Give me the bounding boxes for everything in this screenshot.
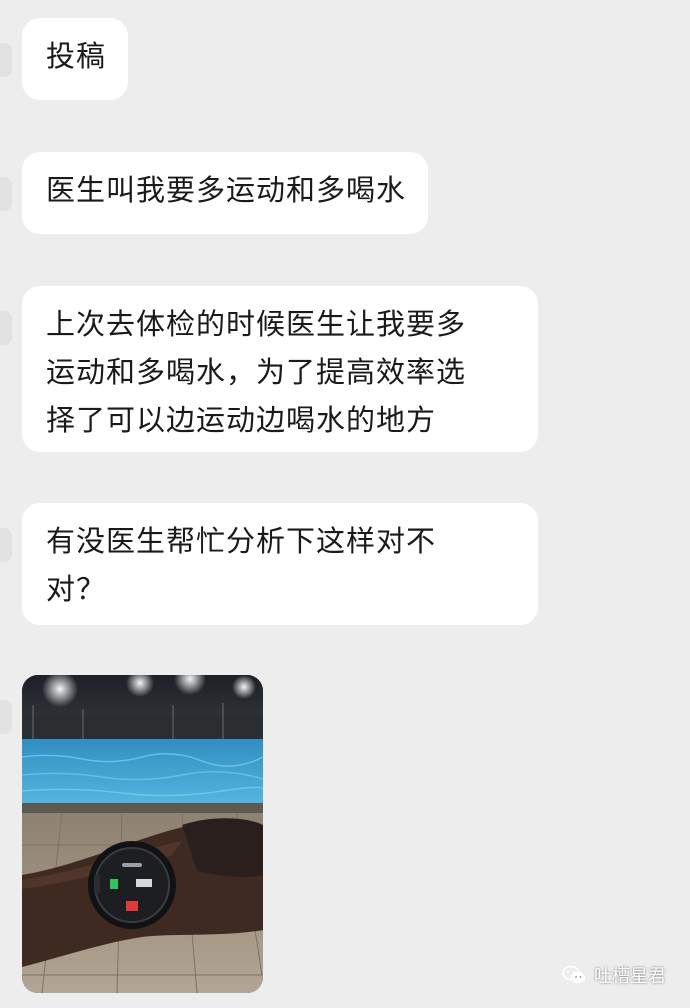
- message-text-line: 运动和多喝水，为了提高效率选: [46, 355, 467, 389]
- sender-avatar[interactable]: [0, 43, 12, 77]
- message-text: 医生叫我要多运动和多喝水: [46, 173, 407, 207]
- sender-avatar[interactable]: [0, 311, 12, 345]
- photo-icon: [22, 675, 263, 993]
- message-text-line: 对？: [46, 572, 107, 606]
- watermark-text: 吐槽星君: [594, 966, 666, 987]
- wechat-icon: [562, 965, 586, 984]
- message-bubble[interactable]: 有没医生帮忙分析下这样对不 对？: [22, 503, 538, 625]
- watermark: 吐槽星君: [562, 962, 666, 988]
- message-text-line: 上次去体检的时候医生让我要多: [46, 307, 467, 341]
- sender-avatar[interactable]: [0, 528, 12, 562]
- message-bubble[interactable]: 投稿: [22, 18, 129, 100]
- message-text-line: 有没医生帮忙分析下这样对不: [46, 524, 437, 558]
- message-text-line: 择了可以边运动边喝水的地方: [46, 403, 437, 437]
- message-bubble[interactable]: 医生叫我要多运动和多喝水: [22, 152, 429, 234]
- message-text: 投稿: [46, 39, 107, 73]
- message-bubble[interactable]: 上次去体检的时候医生让我要多 运动和多喝水，为了提高效率选 择了可以边运动边喝水…: [22, 286, 538, 452]
- image-message[interactable]: [22, 675, 263, 993]
- sender-avatar[interactable]: [0, 700, 12, 734]
- sender-avatar[interactable]: [0, 177, 12, 211]
